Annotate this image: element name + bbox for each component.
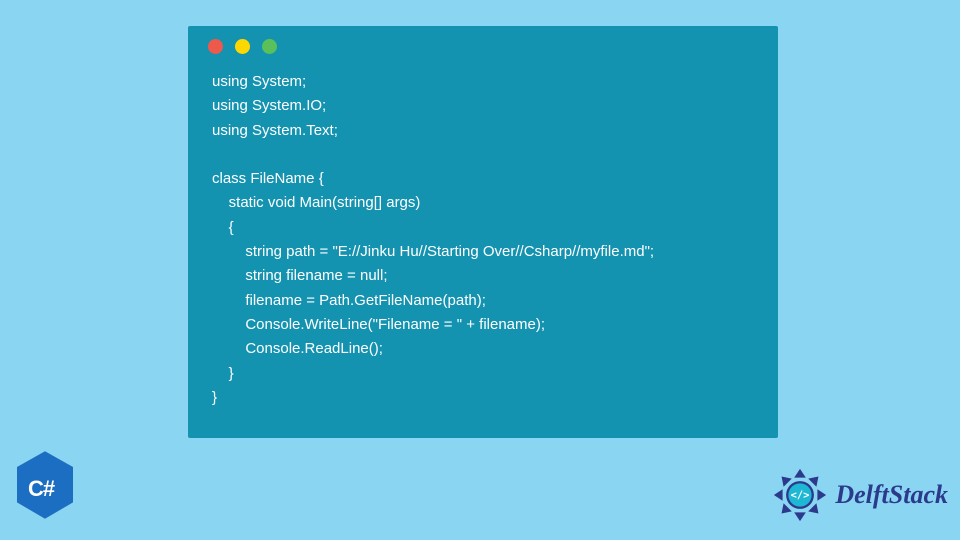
code-content: using System; using System.IO; using Sys… bbox=[188, 66, 778, 434]
maximize-icon bbox=[262, 39, 277, 54]
delftstack-icon: </> bbox=[771, 466, 829, 524]
minimize-icon bbox=[235, 39, 250, 54]
svg-text:</>: </> bbox=[791, 489, 810, 501]
delftstack-label: DelftStack bbox=[835, 480, 948, 510]
close-icon bbox=[208, 39, 223, 54]
delftstack-logo: </> DelftStack bbox=[771, 466, 948, 524]
code-window: using System; using System.IO; using Sys… bbox=[188, 26, 778, 438]
csharp-badge-label: C# bbox=[28, 476, 54, 502]
window-titlebar bbox=[188, 26, 778, 66]
